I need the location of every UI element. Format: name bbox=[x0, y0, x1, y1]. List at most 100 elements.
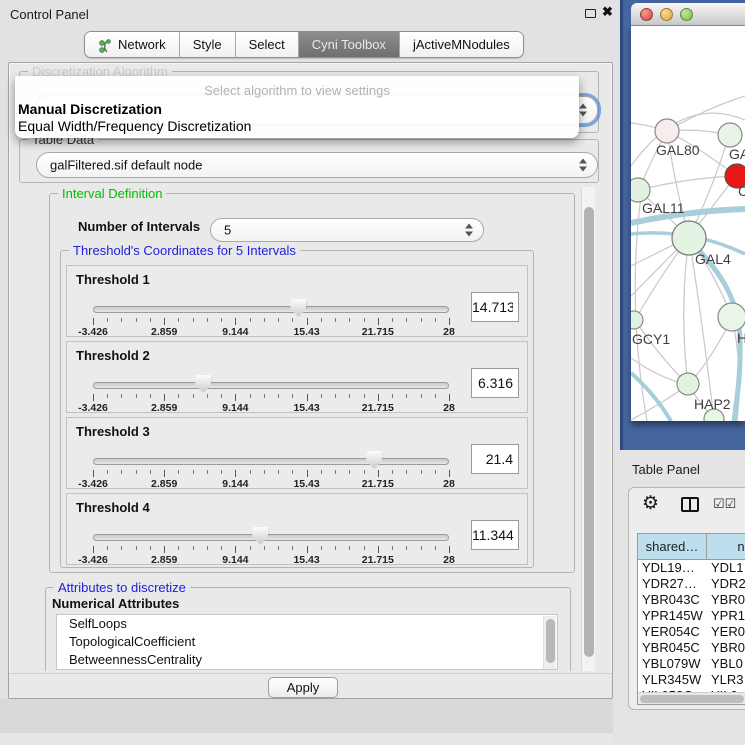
table-row[interactable]: YLR345WYLR3 bbox=[638, 672, 745, 688]
table-row[interactable]: YDL19…YDL1 bbox=[638, 560, 745, 576]
cell-name: YDR2 bbox=[707, 576, 745, 592]
settings-vertical-scrollbar[interactable] bbox=[581, 187, 595, 671]
tick-minor bbox=[121, 318, 122, 322]
threshold-value-input[interactable] bbox=[471, 520, 519, 550]
attributes-scrollbar[interactable] bbox=[543, 616, 556, 670]
tick-major bbox=[449, 318, 450, 325]
tick-minor bbox=[107, 470, 108, 474]
table-row[interactable]: YBL079WYBL0 bbox=[638, 656, 745, 672]
number-of-intervals-value: 5 bbox=[224, 223, 231, 238]
label-gal4: GAL4 bbox=[695, 251, 731, 267]
cell-shared-name: YDR27… bbox=[638, 576, 707, 592]
tick-minor bbox=[364, 394, 365, 398]
threshold-value-input[interactable] bbox=[471, 292, 519, 322]
slider-thumb[interactable] bbox=[290, 299, 306, 317]
slider-thumb[interactable] bbox=[366, 451, 382, 469]
slider-track[interactable] bbox=[93, 458, 449, 465]
float-window-icon[interactable] bbox=[585, 9, 596, 18]
table-row[interactable]: YDR27…YDR2 bbox=[638, 576, 745, 592]
columns-icon[interactable] bbox=[681, 497, 699, 512]
slider-track[interactable] bbox=[93, 306, 449, 313]
slider-track[interactable] bbox=[93, 534, 449, 541]
tick-label: 15.43 bbox=[293, 478, 319, 490]
tick-minor bbox=[364, 470, 365, 474]
column-header-name[interactable]: n bbox=[707, 534, 745, 560]
tick-minor bbox=[349, 470, 350, 474]
tick-major bbox=[307, 546, 308, 553]
label-partial-top: GA bbox=[729, 146, 745, 162]
table-panel: Table Panel ⚙ ☑☑ shared… n YDL19…YDL1YDR… bbox=[613, 450, 745, 745]
tick-major bbox=[93, 394, 94, 401]
tab-jactivemnodules[interactable]: jActiveMNodules bbox=[399, 32, 523, 57]
table-row[interactable]: YPR145WYPR1 bbox=[638, 608, 745, 624]
threshold-label: Threshold 3 bbox=[76, 424, 150, 439]
tick-minor bbox=[406, 546, 407, 550]
tick-minor bbox=[250, 318, 251, 322]
threshold-value-input[interactable] bbox=[471, 368, 519, 398]
settings-scrollbar-thumb[interactable] bbox=[584, 207, 594, 657]
number-of-intervals-combo[interactable]: 5 bbox=[210, 218, 484, 242]
minimize-traffic-light[interactable] bbox=[660, 8, 673, 21]
apply-button[interactable]: Apply bbox=[268, 677, 338, 698]
table-hscrollbar-thumb[interactable] bbox=[640, 695, 744, 703]
slider-thumb[interactable] bbox=[195, 375, 211, 393]
tick-label: 15.43 bbox=[293, 554, 319, 566]
algorithm-option-equal-width[interactable]: Equal Width/Frequency Discretization bbox=[18, 118, 251, 134]
tick-minor bbox=[292, 394, 293, 398]
numerical-attributes-list: SelfLoopsTopologicalCoefficientBetweenne… bbox=[56, 614, 558, 670]
tick-minor bbox=[435, 394, 436, 398]
tab-cyni-toolbox[interactable]: Cyni Toolbox bbox=[298, 32, 399, 57]
table-data-combo[interactable]: galFiltered.sif default node bbox=[36, 152, 598, 178]
close-traffic-light[interactable] bbox=[640, 8, 653, 21]
tick-minor bbox=[421, 318, 422, 322]
tick-minor bbox=[349, 546, 350, 550]
label-partial-red: C bbox=[738, 183, 745, 199]
algorithm-hint: Select algorithm to view settings bbox=[15, 83, 579, 98]
table-row[interactable]: YBR045CYBR0 bbox=[638, 640, 745, 656]
tab-network[interactable]: Network bbox=[85, 32, 179, 57]
network-canvas[interactable]: GAL80 GA C GAL11 GAL4 GCY1 H HAP2 bbox=[631, 26, 745, 421]
tick-major bbox=[307, 394, 308, 401]
slider-thumb[interactable] bbox=[252, 527, 268, 545]
tick-minor bbox=[406, 318, 407, 322]
slider-track[interactable] bbox=[93, 382, 449, 389]
tick-minor bbox=[392, 394, 393, 398]
tick-label: 21.715 bbox=[362, 402, 394, 414]
zoom-traffic-light[interactable] bbox=[680, 8, 693, 21]
tick-minor bbox=[121, 546, 122, 550]
attribute-list-item[interactable]: BetweennessCentrality bbox=[57, 651, 557, 669]
tick-label: 21.715 bbox=[362, 478, 394, 490]
column-header-shared-name[interactable]: shared… bbox=[638, 534, 707, 560]
interval-definition-group: Interval Definition Number of Intervals … bbox=[49, 193, 575, 573]
algorithm-dropdown-popup: Select algorithm to view settings Manual… bbox=[15, 76, 579, 138]
tick-minor bbox=[278, 470, 279, 474]
node-gal4 bbox=[672, 221, 706, 255]
attribute-list-item[interactable]: TopologicalCoefficient bbox=[57, 633, 557, 651]
table-row[interactable]: YER054CYER0 bbox=[638, 624, 745, 640]
table-horizontal-scrollbar[interactable] bbox=[638, 692, 745, 704]
tick-label: 2.859 bbox=[151, 402, 177, 414]
tick-major bbox=[378, 394, 379, 401]
select-columns-checkboxes-icon[interactable]: ☑☑ bbox=[713, 496, 736, 512]
gear-icon[interactable]: ⚙ bbox=[642, 492, 659, 515]
tick-minor bbox=[392, 546, 393, 550]
tick-minor bbox=[207, 546, 208, 550]
threshold-value-input[interactable] bbox=[471, 444, 519, 474]
table-panel-title: Table Panel bbox=[632, 462, 700, 477]
window-frame-edge bbox=[620, 0, 623, 450]
network-window-titlebar[interactable] bbox=[631, 3, 745, 26]
tick-major bbox=[93, 318, 94, 325]
tick-minor bbox=[335, 470, 336, 474]
attribute-list-item[interactable]: SelfLoops bbox=[57, 615, 557, 633]
close-window-icon[interactable]: ✖ bbox=[602, 4, 613, 20]
tab-select[interactable]: Select bbox=[235, 32, 298, 57]
table-data-combo-value: galFiltered.sif default node bbox=[50, 158, 202, 173]
label-gcy1: GCY1 bbox=[632, 331, 670, 347]
attributes-scrollbar-thumb[interactable] bbox=[546, 619, 555, 663]
tick-minor bbox=[136, 546, 137, 550]
tab-network-label: Network bbox=[118, 32, 166, 57]
table-row[interactable]: YBR043CYBR0 bbox=[638, 592, 745, 608]
algorithm-option-manual[interactable]: Manual Discretization bbox=[18, 101, 162, 117]
tab-style[interactable]: Style bbox=[179, 32, 235, 57]
tick-minor bbox=[121, 470, 122, 474]
